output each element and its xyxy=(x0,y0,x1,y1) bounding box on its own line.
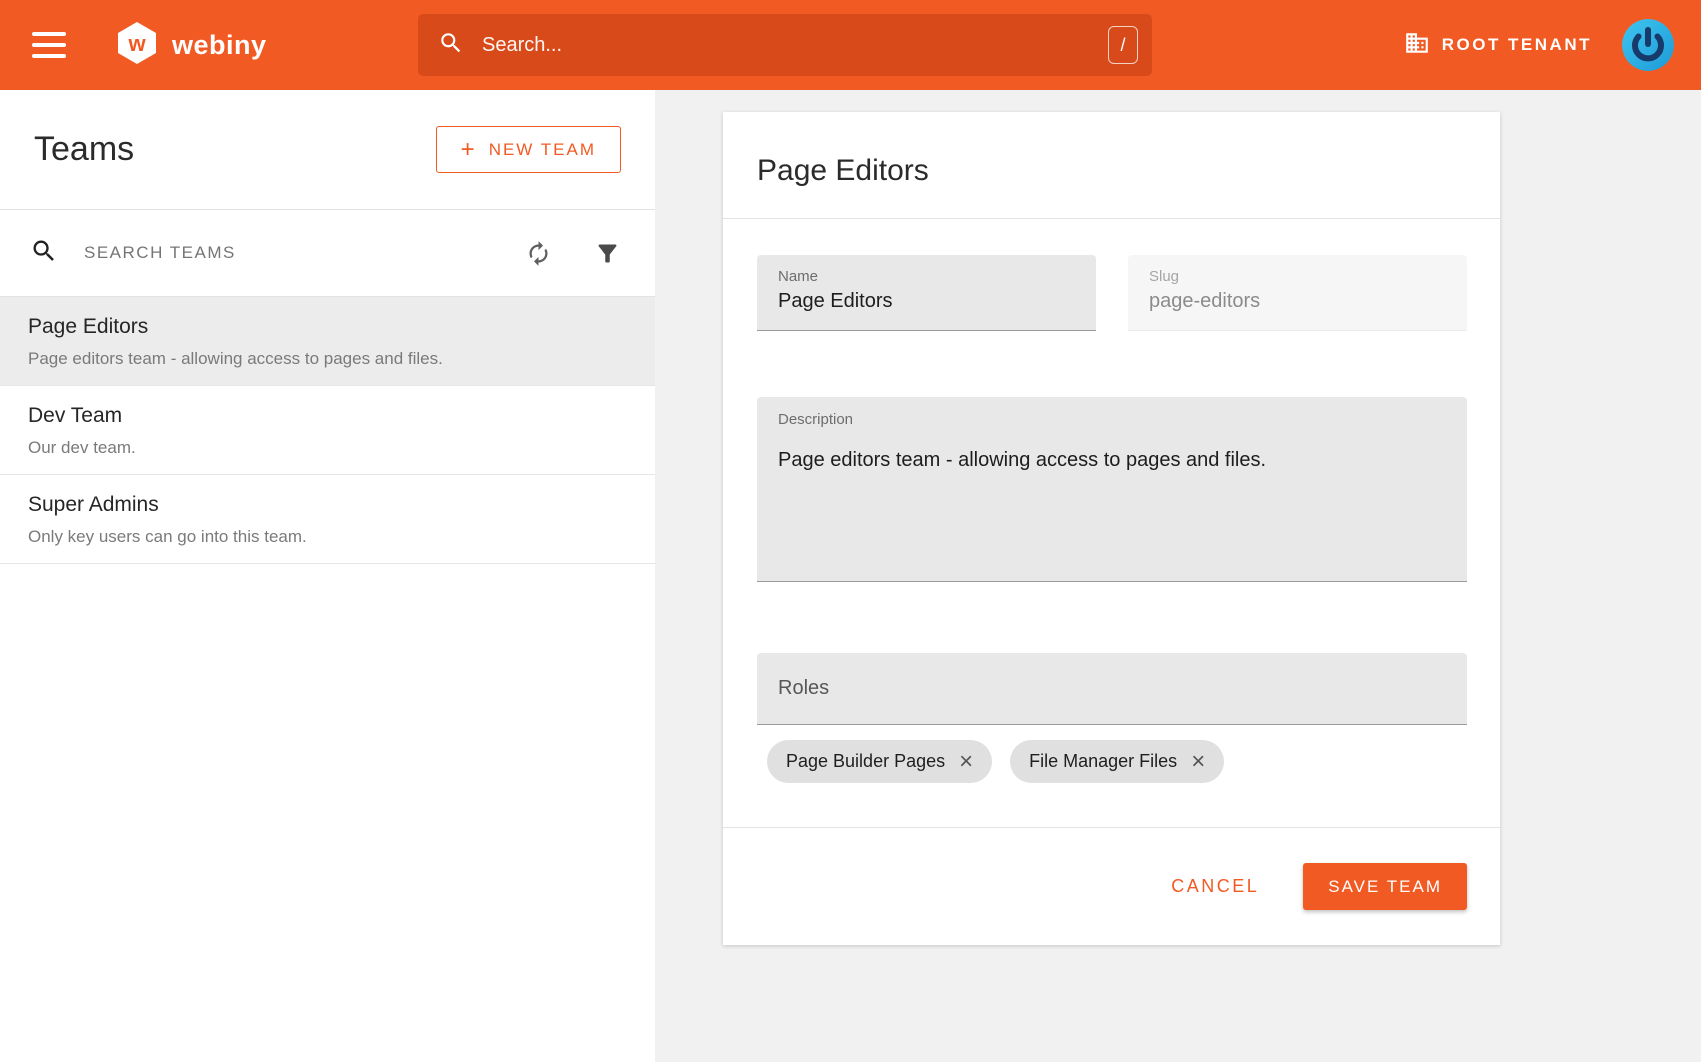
description-field-label: Description xyxy=(778,411,1446,428)
filter-icon xyxy=(594,240,621,267)
remove-chip-icon[interactable]: × xyxy=(959,750,973,774)
chip-label: Page Builder Pages xyxy=(786,751,945,772)
hamburger-icon xyxy=(32,32,66,36)
topbar-right: ROOT TENANT xyxy=(1404,19,1674,71)
search-icon xyxy=(30,237,58,270)
building-icon xyxy=(1404,30,1430,61)
global-search[interactable]: / xyxy=(418,14,1152,76)
tenant-selector[interactable]: ROOT TENANT xyxy=(1404,30,1592,61)
app-window: w webiny / ROOT TENANT xyxy=(0,0,1701,1062)
team-list-item-super-admins[interactable]: Super Admins Only key users can go into … xyxy=(0,475,655,564)
role-chips: Page Builder Pages × File Manager Files … xyxy=(757,740,1467,783)
webiny-logo-icon: w xyxy=(114,20,160,71)
filter-button[interactable] xyxy=(590,236,625,271)
new-team-button[interactable]: + NEW TEAM xyxy=(436,126,621,173)
cancel-button[interactable]: CANCEL xyxy=(1171,876,1259,897)
slug-field: Slug xyxy=(1128,255,1467,331)
webiny-logo[interactable]: w webiny xyxy=(114,20,267,71)
top-bar: w webiny / ROOT TENANT xyxy=(0,0,1701,90)
name-field: Name xyxy=(757,255,1096,331)
team-description: Page editors team - allowing access to p… xyxy=(28,349,627,369)
new-team-button-label: NEW TEAM xyxy=(489,140,596,160)
slug-field-label: Slug xyxy=(1149,268,1446,285)
menu-button[interactable] xyxy=(32,32,66,58)
search-teams-input[interactable] xyxy=(84,243,521,263)
refresh-button[interactable] xyxy=(521,236,556,271)
name-field-label: Name xyxy=(778,268,1075,285)
team-detail-panel: Page Editors Name Slug De xyxy=(655,90,1701,1062)
team-description: Our dev team. xyxy=(28,438,627,458)
description-input[interactable]: Page editors team - allowing access to p… xyxy=(778,449,1446,569)
teams-list-panel: Teams + NEW TEAM xyxy=(0,90,655,1062)
role-chip-file-manager-files[interactable]: File Manager Files × xyxy=(1010,740,1224,783)
plus-icon: + xyxy=(461,138,477,162)
refresh-icon xyxy=(525,240,552,267)
role-chip-page-builder-pages[interactable]: Page Builder Pages × xyxy=(767,740,992,783)
global-search-input[interactable] xyxy=(482,34,1108,57)
remove-chip-icon[interactable]: × xyxy=(1191,750,1205,774)
description-field: Description Page editors team - allowing… xyxy=(757,397,1467,582)
save-team-button[interactable]: SAVE TEAM xyxy=(1303,863,1467,910)
team-name: Super Admins xyxy=(28,493,627,517)
tenant-label: ROOT TENANT xyxy=(1442,35,1592,55)
svg-text:w: w xyxy=(127,31,146,56)
team-description: Only key users can go into this team. xyxy=(28,527,627,547)
team-detail-card: Page Editors Name Slug De xyxy=(723,112,1500,945)
roles-field[interactable]: Roles xyxy=(757,653,1467,725)
team-list: Page Editors Page editors team - allowin… xyxy=(0,297,655,564)
webiny-wordmark: webiny xyxy=(172,30,267,61)
team-name: Dev Team xyxy=(28,404,627,428)
search-teams-bar xyxy=(0,210,655,297)
page-title: Teams xyxy=(34,130,134,169)
slug-input xyxy=(1149,290,1446,313)
search-icon xyxy=(438,30,464,61)
team-list-item-dev-team[interactable]: Dev Team Our dev team. xyxy=(0,386,655,475)
team-list-item-page-editors[interactable]: Page Editors Page editors team - allowin… xyxy=(0,297,655,386)
user-avatar[interactable] xyxy=(1622,19,1674,71)
name-input[interactable] xyxy=(778,290,1075,313)
team-name: Page Editors xyxy=(28,315,627,339)
chip-label: File Manager Files xyxy=(1029,751,1177,772)
team-detail-title: Page Editors xyxy=(757,154,1466,188)
roles-field-label: Roles xyxy=(778,677,829,700)
slash-shortcut-badge: / xyxy=(1108,26,1138,64)
